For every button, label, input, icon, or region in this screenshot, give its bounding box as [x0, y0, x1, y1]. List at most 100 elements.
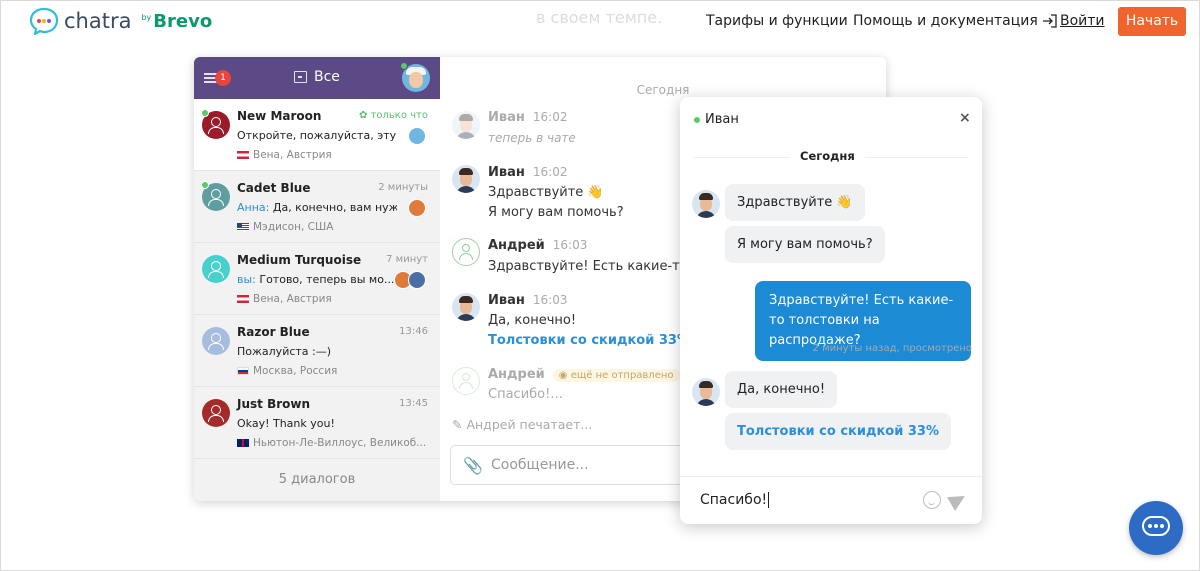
- logo-text: chatra: [64, 9, 132, 33]
- chatra-logo-icon: [28, 7, 60, 37]
- send-icon[interactable]: [947, 489, 969, 511]
- russia-flag-icon: [237, 367, 249, 375]
- not-sent-badge: ◉ ещё не отправлено: [552, 369, 680, 382]
- login-icon: [1043, 14, 1057, 28]
- agent-online-dot: [400, 62, 408, 70]
- conversation-location: Вена, Австрия: [237, 149, 332, 161]
- archive-icon[interactable]: [294, 71, 307, 83]
- conversation-preview: Okay! Thank you!: [237, 417, 335, 430]
- message-text: Здравствуйте! Есть какие-то то: [488, 259, 708, 274]
- message-link[interactable]: Толстовки со скидкой 33%: [488, 333, 690, 348]
- conversation-preview: Пожалуйста :—): [237, 345, 332, 358]
- visitor-avatar: [202, 327, 230, 355]
- nav-help-link[interactable]: Помощь и документация: [853, 13, 1038, 29]
- conversation-name: New Maroon: [237, 109, 322, 123]
- eye-icon: ◉: [558, 370, 571, 381]
- sidebar-toolbar: 1 Все: [194, 57, 440, 99]
- message-status: 2 минуты назад, просмотрено: [812, 343, 972, 354]
- widget-compose[interactable]: Спасибо!: [680, 476, 982, 524]
- conversation-time: 13:45: [399, 398, 428, 409]
- conversation-time: 2 минуты: [378, 182, 428, 193]
- conversation-item[interactable]: Cadet Blue 2 минуты Анна: Да, конечно, в…: [194, 171, 440, 243]
- compose-placeholder: Сообщение...: [491, 457, 589, 473]
- visitor-avatar: [202, 255, 230, 283]
- usa-flag-icon: [237, 223, 249, 231]
- widget-message-input[interactable]: Спасибо!: [700, 492, 769, 508]
- widget-header: Иван ×: [680, 97, 982, 143]
- conversation-time: ✿ только что: [359, 110, 428, 121]
- conversation-preview: Анна: Да, конечно, вам нуж...: [237, 201, 397, 214]
- conversation-name: Cadet Blue: [237, 181, 311, 195]
- conversation-name: Medium Turquoise: [237, 253, 362, 267]
- conversation-sidebar: 1 Все New Maroon ✿ только что Откройте, …: [194, 57, 440, 501]
- logo-by: by: [141, 12, 152, 22]
- message-text: Да, конечно!: [488, 313, 577, 328]
- paperclip-icon[interactable]: 📎: [463, 456, 483, 475]
- message-text: Спасибо!...: [488, 387, 563, 402]
- system-message: теперь в чате: [488, 131, 576, 145]
- chat-widget: Иван × Сегодня Здравствуйте 👋 Я могу вам…: [680, 97, 982, 524]
- widget-agent-name: Иван: [705, 112, 739, 127]
- agent-mini-avatar: [408, 127, 426, 145]
- online-dot: [201, 181, 209, 189]
- logo-brevo: Brevo: [153, 10, 213, 32]
- austria-flag-icon: [237, 151, 249, 159]
- agent-avatar: [692, 190, 720, 218]
- message-text: Я могу вам помочь?: [488, 205, 624, 220]
- hero-heading-fragment: в своем темпе.: [536, 8, 663, 27]
- message-author: Андрей 16:03: [488, 238, 588, 253]
- pencil-icon: ✎: [452, 417, 467, 432]
- nav-login-link[interactable]: Войти: [1042, 13, 1105, 29]
- conversation-preview: Откройте, пожалуйста, эту с...: [237, 129, 397, 142]
- widget-date-divider: Сегодня: [790, 149, 865, 163]
- agent-mini-avatar: [408, 271, 426, 289]
- chat-launcher-button[interactable]: [1129, 501, 1183, 555]
- date-divider: Сегодня: [636, 83, 690, 97]
- conversation-item[interactable]: Razor Blue 13:46 Пожалуйста :—) Москва, …: [194, 315, 440, 387]
- typing-indicator: ✎ Андрей печатает...: [452, 417, 593, 432]
- online-dot: [694, 117, 700, 123]
- logo[interactable]: chatra by Brevo: [28, 7, 213, 37]
- conversation-location: Мэдисон, США: [237, 221, 333, 233]
- message-author: Андрей ◉ ещё не отправлено: [488, 367, 680, 382]
- conversation-time: 7 минут: [386, 254, 428, 265]
- visitor-avatar: [452, 367, 480, 395]
- online-dot: [201, 109, 209, 117]
- conversation-item[interactable]: New Maroon ✿ только что Откройте, пожалу…: [194, 99, 440, 171]
- conversation-item[interactable]: Medium Turquoise 7 минут вы: Готово, теп…: [194, 243, 440, 315]
- message-author: Иван 16:02: [488, 110, 568, 125]
- conversation-location: Ньютон-Ле-Виллоус, Великоб...: [237, 437, 426, 449]
- incoming-bubble: Я могу вам помочь?: [725, 226, 885, 263]
- austria-flag-icon: [237, 295, 249, 303]
- nav-login-label: Войти: [1060, 13, 1105, 29]
- emoji-icon[interactable]: [923, 491, 941, 509]
- incoming-bubble: Да, конечно!: [725, 371, 838, 408]
- visitor-avatar: [202, 399, 230, 427]
- agent-avatar: [452, 293, 480, 321]
- dialogs-count: 5 диалогов: [278, 472, 356, 487]
- filter-all-label[interactable]: Все: [314, 69, 340, 85]
- agent-avatar: [692, 378, 720, 406]
- agent-avatar: [452, 165, 480, 193]
- sprout-icon: ✿: [359, 110, 371, 121]
- message-text: Здравствуйте 👋: [488, 185, 604, 200]
- conversation-name: Razor Blue: [237, 325, 310, 339]
- message-author: Иван 16:03: [488, 293, 568, 308]
- conversation-time: 13:46: [399, 326, 428, 337]
- nav-tariffs-link[interactable]: Тарифы и функции: [706, 13, 848, 29]
- site-header: chatra by Brevo в своем темпе. Тарифы и …: [0, 0, 1200, 44]
- conversation-location: Москва, Россия: [237, 365, 337, 377]
- conversation-item[interactable]: Just Brown 13:45 Okay! Thank you! Ньютон…: [194, 387, 440, 459]
- incoming-bubble: Здравствуйте 👋: [725, 184, 865, 221]
- close-icon[interactable]: ×: [959, 110, 971, 126]
- conversation-location: Вена, Австрия: [237, 293, 332, 305]
- agent-mini-avatar: [408, 199, 426, 217]
- conversation-preview: вы: Готово, теперь вы мо...: [237, 273, 395, 286]
- visitor-avatar: [452, 238, 480, 266]
- agent-avatar: [452, 111, 480, 139]
- conversation-name: Just Brown: [237, 397, 311, 411]
- start-button[interactable]: Начать: [1118, 7, 1186, 36]
- uk-flag-icon: [237, 439, 249, 447]
- incoming-link-bubble[interactable]: Толстовки со скидкой 33%: [725, 413, 951, 450]
- message-author: Иван 16:02: [488, 165, 568, 180]
